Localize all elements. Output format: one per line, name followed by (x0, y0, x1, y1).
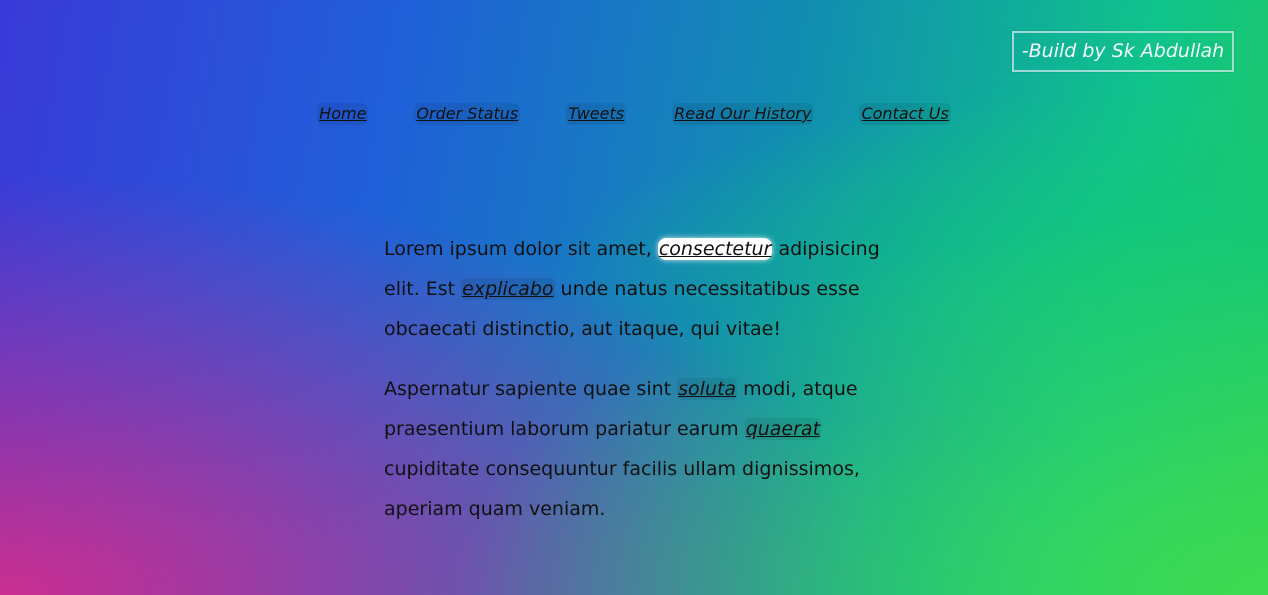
inline-link-soluta[interactable]: soluta (677, 378, 738, 400)
nav-link-read-our-history[interactable]: Read Our History (672, 103, 814, 125)
main-content: Lorem ipsum dolor sit amet, consectetur … (384, 229, 894, 549)
main-nav: Home Order Status Tweets Read Our History Co… (0, 103, 1268, 125)
inline-link-consectetur[interactable]: consectetur (657, 238, 773, 260)
nav-link-tweets[interactable]: Tweets (566, 103, 627, 125)
paragraph-text: Aspernatur sapiente quae sint (384, 378, 678, 400)
nav-link-order-status[interactable]: Order Status (414, 103, 521, 125)
nav-link-home[interactable]: Home (317, 103, 369, 125)
inline-link-explicabo[interactable]: explicabo (461, 278, 555, 300)
inline-link-quaerat[interactable]: quaerat (744, 418, 822, 440)
paragraph-text: Lorem ipsum dolor sit amet, (384, 238, 658, 260)
paragraph-1: Lorem ipsum dolor sit amet, consectetur … (384, 229, 894, 349)
paragraph-text: cupiditate consequuntur facilis ullam di… (384, 458, 860, 520)
paragraph-2: Aspernatur sapiente quae sint soluta mod… (384, 369, 894, 529)
build-by-badge: -Build by Sk Abdullah (1012, 31, 1234, 72)
nav-link-contact-us[interactable]: Contact Us (859, 103, 951, 125)
